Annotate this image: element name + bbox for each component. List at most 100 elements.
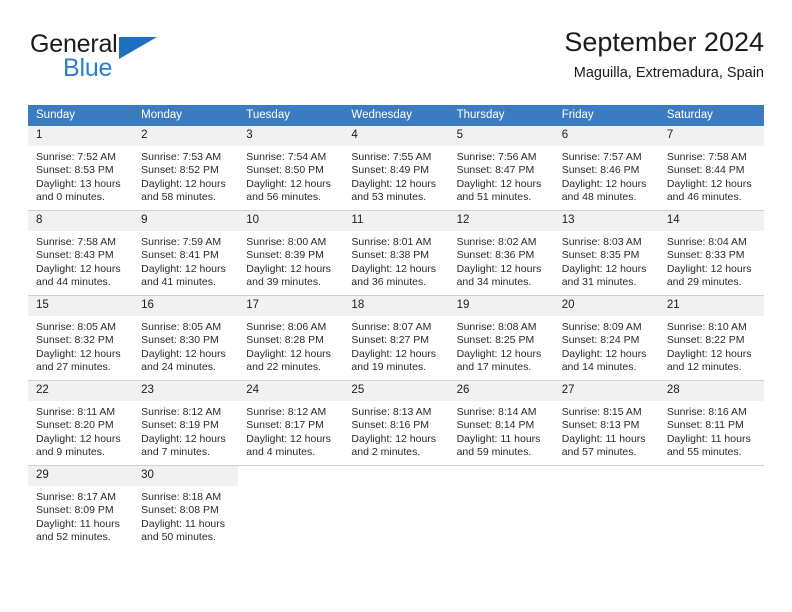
daylight-text-line1: Daylight: 12 hours xyxy=(456,262,542,275)
sunrise-text: Sunrise: 8:08 AM xyxy=(456,321,537,333)
daylight-text-line2: and 59 minutes. xyxy=(456,446,532,459)
day-cell-empty xyxy=(658,465,764,550)
day-cell[interactable]: 25 Sunrise: 8:13 AM Sunset: 8:16 PM Dayl… xyxy=(343,380,449,466)
day-cell[interactable]: 11 Sunrise: 8:01 AM Sunset: 8:38 PM Dayl… xyxy=(343,210,449,296)
daylight-text-line1: Daylight: 12 hours xyxy=(246,347,331,360)
day-details: Sunrise: 8:13 AM Sunset: 8:16 PM Dayligh… xyxy=(343,401,448,460)
daylight-text-line2: and 55 minutes. xyxy=(666,446,742,459)
sunset-text: Sunset: 8:32 PM xyxy=(36,334,114,347)
day-details: Sunrise: 8:07 AM Sunset: 8:27 PM Dayligh… xyxy=(343,316,448,375)
day-cell[interactable]: 27 Sunrise: 8:15 AM Sunset: 8:13 PM Dayl… xyxy=(553,380,659,466)
day-cell[interactable]: 14 Sunrise: 8:04 AM Sunset: 8:33 PM Dayl… xyxy=(658,210,764,296)
day-details: Sunrise: 8:11 AM Sunset: 8:20 PM Dayligh… xyxy=(28,401,133,460)
sunrise-text: Sunrise: 8:16 AM xyxy=(666,406,747,418)
daylight-text-line1: Daylight: 12 hours xyxy=(246,432,331,445)
sunrise-text: Sunrise: 7:54 AM xyxy=(246,151,327,163)
sunrise-text: Sunrise: 8:12 AM xyxy=(246,406,327,418)
day-cell[interactable]: 21 Sunrise: 8:10 AM Sunset: 8:22 PM Dayl… xyxy=(658,295,764,381)
page-title: September 2024 xyxy=(564,27,764,57)
day-cell[interactable]: 15 Sunrise: 8:05 AM Sunset: 8:32 PM Dayl… xyxy=(28,295,134,381)
general-blue-logo[interactable]: General Blue xyxy=(30,32,210,88)
day-cell[interactable]: 3 Sunrise: 7:54 AM Sunset: 8:50 PM Dayli… xyxy=(238,126,344,211)
day-number: 13 xyxy=(553,211,659,231)
day-number: 10 xyxy=(238,211,344,231)
day-number: 30 xyxy=(133,466,239,486)
day-cell[interactable]: 7 Sunrise: 7:58 AM Sunset: 8:44 PM Dayli… xyxy=(658,126,764,211)
day-cell[interactable]: 22 Sunrise: 8:11 AM Sunset: 8:20 PM Dayl… xyxy=(28,380,134,466)
day-cell[interactable]: 29 Sunrise: 8:17 AM Sunset: 8:09 PM Dayl… xyxy=(28,465,134,550)
daylight-text-line2: and 14 minutes. xyxy=(561,361,637,374)
calendar-body: 1 Sunrise: 7:52 AM Sunset: 8:53 PM Dayli… xyxy=(28,126,764,550)
day-cell[interactable]: 30 Sunrise: 8:18 AM Sunset: 8:08 PM Dayl… xyxy=(133,465,239,550)
sunrise-text: Sunrise: 7:52 AM xyxy=(36,151,116,163)
week-row: 8 Sunrise: 7:58 AM Sunset: 8:43 PM Dayli… xyxy=(28,210,764,296)
day-cell[interactable]: 18 Sunrise: 8:07 AM Sunset: 8:27 PM Dayl… xyxy=(343,295,449,381)
day-number: 18 xyxy=(343,296,449,316)
weekday-header-thursday: Thursday xyxy=(448,105,554,126)
sunset-text: Sunset: 8:33 PM xyxy=(666,249,745,262)
week-row: 1 Sunrise: 7:52 AM Sunset: 8:53 PM Dayli… xyxy=(28,126,764,211)
daylight-text-line2: and 17 minutes. xyxy=(456,361,532,374)
day-details: Sunrise: 7:56 AM Sunset: 8:47 PM Dayligh… xyxy=(449,146,554,205)
daylight-text-line1: Daylight: 12 hours xyxy=(666,347,752,360)
sunset-text: Sunset: 8:11 PM xyxy=(666,419,744,432)
sunset-text: Sunset: 8:16 PM xyxy=(351,419,430,432)
day-number: 9 xyxy=(133,211,239,231)
day-cell[interactable]: 23 Sunrise: 8:12 AM Sunset: 8:19 PM Dayl… xyxy=(133,380,239,466)
day-details: Sunrise: 8:01 AM Sunset: 8:38 PM Dayligh… xyxy=(343,231,448,290)
week-row: 15 Sunrise: 8:05 AM Sunset: 8:32 PM Dayl… xyxy=(28,295,764,381)
day-details: Sunrise: 8:05 AM Sunset: 8:30 PM Dayligh… xyxy=(133,316,238,375)
day-number xyxy=(553,466,659,486)
sunrise-text: Sunrise: 8:05 AM xyxy=(36,321,116,333)
weekday-header-tuesday: Tuesday xyxy=(238,105,344,126)
day-cell[interactable]: 13 Sunrise: 8:03 AM Sunset: 8:35 PM Dayl… xyxy=(553,210,659,296)
day-cell[interactable]: 5 Sunrise: 7:56 AM Sunset: 8:47 PM Dayli… xyxy=(448,126,554,211)
day-number: 4 xyxy=(343,126,449,146)
day-number: 21 xyxy=(658,296,764,316)
day-number: 25 xyxy=(343,381,449,401)
day-cell[interactable]: 17 Sunrise: 8:06 AM Sunset: 8:28 PM Dayl… xyxy=(238,295,344,381)
day-cell[interactable]: 26 Sunrise: 8:14 AM Sunset: 8:14 PM Dayl… xyxy=(448,380,554,466)
day-cell[interactable]: 4 Sunrise: 7:55 AM Sunset: 8:49 PM Dayli… xyxy=(343,126,449,211)
day-cell[interactable]: 8 Sunrise: 7:58 AM Sunset: 8:43 PM Dayli… xyxy=(28,210,134,296)
sunset-text: Sunset: 8:43 PM xyxy=(36,249,114,262)
daylight-text-line2: and 50 minutes. xyxy=(141,531,216,544)
day-details: Sunrise: 8:18 AM Sunset: 8:08 PM Dayligh… xyxy=(133,486,238,545)
day-cell[interactable]: 6 Sunrise: 7:57 AM Sunset: 8:46 PM Dayli… xyxy=(553,126,659,211)
day-details: Sunrise: 7:58 AM Sunset: 8:43 PM Dayligh… xyxy=(28,231,133,290)
day-cell[interactable]: 9 Sunrise: 7:59 AM Sunset: 8:41 PM Dayli… xyxy=(133,210,239,296)
daylight-text-line2: and 4 minutes. xyxy=(246,446,316,459)
day-cell[interactable]: 1 Sunrise: 7:52 AM Sunset: 8:53 PM Dayli… xyxy=(28,126,134,211)
sunset-text: Sunset: 8:36 PM xyxy=(456,249,535,262)
daylight-text-line2: and 34 minutes. xyxy=(456,276,532,289)
day-details: Sunrise: 8:12 AM Sunset: 8:19 PM Dayligh… xyxy=(133,401,238,460)
day-cell[interactable]: 19 Sunrise: 8:08 AM Sunset: 8:25 PM Dayl… xyxy=(448,295,554,381)
sunrise-text: Sunrise: 7:58 AM xyxy=(36,236,116,248)
sunrise-text: Sunrise: 7:57 AM xyxy=(561,151,642,163)
day-details: Sunrise: 8:08 AM Sunset: 8:25 PM Dayligh… xyxy=(449,316,554,375)
day-number: 15 xyxy=(28,296,134,316)
day-number: 26 xyxy=(448,381,554,401)
daylight-text-line2: and 39 minutes. xyxy=(246,276,321,289)
sunset-text: Sunset: 8:35 PM xyxy=(561,249,640,262)
day-details: Sunrise: 8:04 AM Sunset: 8:33 PM Dayligh… xyxy=(659,231,764,290)
day-cell[interactable]: 24 Sunrise: 8:12 AM Sunset: 8:17 PM Dayl… xyxy=(238,380,344,466)
daylight-text-line1: Daylight: 11 hours xyxy=(141,517,225,530)
day-cell[interactable]: 28 Sunrise: 8:16 AM Sunset: 8:11 PM Dayl… xyxy=(658,380,764,466)
day-cell[interactable]: 20 Sunrise: 8:09 AM Sunset: 8:24 PM Dayl… xyxy=(553,295,659,381)
day-cell[interactable]: 2 Sunrise: 7:53 AM Sunset: 8:52 PM Dayli… xyxy=(133,126,239,211)
sunrise-text: Sunrise: 7:56 AM xyxy=(456,151,537,163)
daylight-text-line2: and 2 minutes. xyxy=(351,446,421,459)
day-number xyxy=(448,466,554,486)
daylight-text-line2: and 29 minutes. xyxy=(666,276,742,289)
sunrise-text: Sunrise: 8:03 AM xyxy=(561,236,642,248)
daylight-text-line1: Daylight: 12 hours xyxy=(141,432,226,445)
day-number: 6 xyxy=(553,126,659,146)
day-cell[interactable]: 12 Sunrise: 8:02 AM Sunset: 8:36 PM Dayl… xyxy=(448,210,554,296)
sunrise-text: Sunrise: 8:09 AM xyxy=(561,321,642,333)
day-cell[interactable]: 16 Sunrise: 8:05 AM Sunset: 8:30 PM Dayl… xyxy=(133,295,239,381)
weekday-header-friday: Friday xyxy=(553,105,659,126)
day-details: Sunrise: 8:06 AM Sunset: 8:28 PM Dayligh… xyxy=(238,316,343,375)
day-details: Sunrise: 7:59 AM Sunset: 8:41 PM Dayligh… xyxy=(133,231,238,290)
day-cell[interactable]: 10 Sunrise: 8:00 AM Sunset: 8:39 PM Dayl… xyxy=(238,210,344,296)
